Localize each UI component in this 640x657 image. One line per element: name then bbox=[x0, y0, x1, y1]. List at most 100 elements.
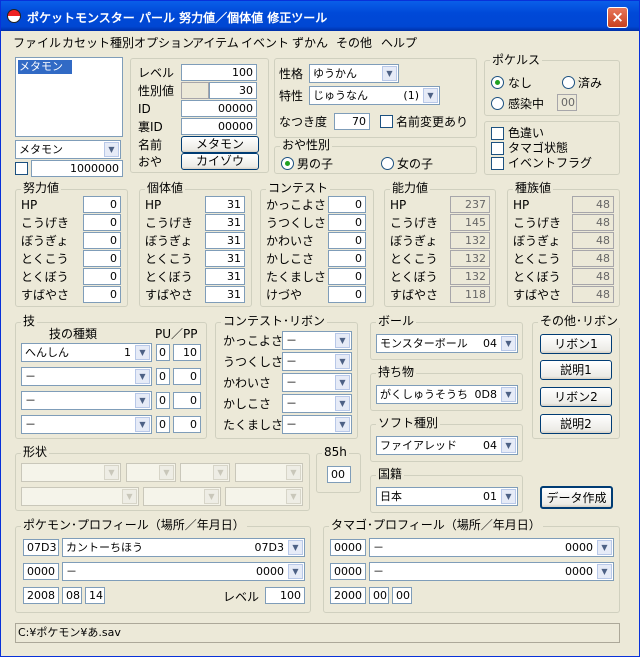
ability-select[interactable]: じゅうなん (1) ▼ bbox=[309, 86, 440, 105]
iv-field[interactable]: 31 bbox=[205, 196, 245, 213]
natsuki-field[interactable]: 70 bbox=[334, 113, 370, 130]
chevron-down-icon[interactable]: ▼ bbox=[335, 354, 350, 369]
effort-field[interactable]: 0 bbox=[83, 214, 121, 231]
contest-ribbon-select[interactable]: － ▼ bbox=[282, 415, 352, 434]
exp-checkbox[interactable] bbox=[15, 162, 28, 175]
chevron-down-icon[interactable]: ▼ bbox=[135, 369, 150, 384]
chevron-down-icon[interactable]: ▼ bbox=[213, 465, 228, 480]
effort-field[interactable]: 0 bbox=[83, 268, 121, 285]
pokemon-listbox[interactable]: メタモン bbox=[15, 57, 123, 137]
shiny-checkbox[interactable] bbox=[491, 127, 504, 140]
pokerus-none-radio[interactable] bbox=[491, 76, 504, 89]
move-pu-field[interactable]: 0 bbox=[156, 392, 170, 409]
chevron-down-icon[interactable]: ▼ bbox=[135, 417, 150, 432]
chevron-down-icon[interactable]: ▼ bbox=[597, 564, 612, 579]
move-select[interactable]: － ▼ bbox=[21, 391, 152, 410]
name-button[interactable]: メタモン bbox=[181, 136, 259, 153]
move-pp-field[interactable]: 0 bbox=[173, 368, 201, 385]
egg-day-field[interactable]: 00 bbox=[392, 587, 412, 604]
egg-checkbox[interactable] bbox=[491, 142, 504, 155]
chevron-down-icon[interactable]: ▼ bbox=[104, 465, 119, 480]
pokemon-year-field[interactable]: 2008 bbox=[23, 587, 59, 604]
form-select-1[interactable]: ▼ bbox=[21, 463, 121, 482]
create-data-button[interactable]: データ作成 bbox=[540, 486, 613, 509]
menu-events[interactable]: イベント bbox=[241, 34, 289, 51]
iv-field[interactable]: 31 bbox=[205, 232, 245, 249]
chevron-down-icon[interactable]: ▼ bbox=[597, 540, 612, 555]
form-select-3[interactable]: ▼ bbox=[180, 463, 230, 482]
chevron-down-icon[interactable]: ▼ bbox=[288, 540, 303, 555]
ball-select[interactable]: モンスターボール 04 ▼ bbox=[376, 334, 518, 353]
chevron-down-icon[interactable]: ▼ bbox=[501, 438, 516, 453]
contest-field[interactable]: 0 bbox=[328, 196, 366, 213]
nature-select[interactable]: ゆうかん ▼ bbox=[309, 64, 399, 83]
menu-cassette[interactable]: カセット種別 bbox=[62, 34, 134, 51]
effort-field[interactable]: 0 bbox=[83, 250, 121, 267]
met-level-field[interactable]: 100 bbox=[265, 587, 305, 604]
egg-year-field[interactable]: 2000 bbox=[330, 587, 366, 604]
iv-field[interactable]: 31 bbox=[205, 214, 245, 231]
iv-field[interactable]: 31 bbox=[205, 250, 245, 267]
pokerus-done-radio[interactable] bbox=[562, 76, 575, 89]
contest-ribbon-select[interactable]: － ▼ bbox=[282, 394, 352, 413]
pokemon-place-code-field[interactable]: 07D3 bbox=[23, 539, 59, 556]
male-radio[interactable] bbox=[281, 157, 294, 170]
pokemon-day-field[interactable]: 14 bbox=[85, 587, 105, 604]
desc1-button[interactable]: 説明1 bbox=[540, 360, 612, 380]
desc2-button[interactable]: 説明2 bbox=[540, 414, 612, 434]
pokemon-place2-code-field[interactable]: 0000 bbox=[23, 563, 59, 580]
chevron-down-icon[interactable]: ▼ bbox=[335, 375, 350, 390]
event-flag-checkbox[interactable] bbox=[491, 157, 504, 170]
chevron-down-icon[interactable]: ▼ bbox=[288, 564, 303, 579]
contest-ribbon-select[interactable]: － ▼ bbox=[282, 352, 352, 371]
chevron-down-icon[interactable]: ▼ bbox=[286, 465, 301, 480]
menu-file[interactable]: ファイル bbox=[13, 34, 61, 51]
id-field[interactable]: 00000 bbox=[181, 100, 257, 117]
soft-select[interactable]: ファイアレッド 04 ▼ bbox=[376, 436, 518, 455]
menu-items[interactable]: アイテム bbox=[192, 34, 239, 51]
chevron-down-icon[interactable]: ▼ bbox=[135, 393, 150, 408]
menu-options[interactable]: オプション bbox=[134, 34, 194, 51]
list-item-selected[interactable]: メタモン bbox=[18, 60, 72, 74]
chevron-down-icon[interactable]: ▼ bbox=[335, 417, 350, 432]
ribbon2-button[interactable]: リボン2 bbox=[540, 387, 612, 407]
effort-field[interactable]: 0 bbox=[83, 196, 121, 213]
species-select[interactable]: メタモン ▼ bbox=[15, 140, 121, 159]
held-item-select[interactable]: がくしゅうそうち 0D8 ▼ bbox=[376, 385, 518, 404]
chevron-down-icon[interactable]: ▼ bbox=[501, 336, 516, 351]
form-select-6[interactable]: ▼ bbox=[143, 487, 221, 506]
seibetsu-field[interactable]: 30 bbox=[209, 82, 257, 99]
move-pu-field[interactable]: 0 bbox=[156, 344, 170, 361]
move-pp-field[interactable]: 10 bbox=[173, 344, 201, 361]
female-radio[interactable] bbox=[381, 157, 394, 170]
chevron-down-icon[interactable]: ▼ bbox=[104, 142, 119, 157]
menu-pokedex[interactable]: ずかん bbox=[292, 34, 328, 51]
form-select-5[interactable]: ▼ bbox=[21, 487, 139, 506]
move-select[interactable]: － ▼ bbox=[21, 415, 152, 434]
rename-checkbox[interactable] bbox=[380, 115, 393, 128]
menu-help[interactable]: ヘルプ bbox=[381, 34, 417, 51]
chevron-down-icon[interactable]: ▼ bbox=[382, 66, 397, 81]
move-select[interactable]: － ▼ bbox=[21, 367, 152, 386]
chevron-down-icon[interactable]: ▼ bbox=[159, 465, 174, 480]
move-select[interactable]: へんしん 1 ▼ bbox=[21, 343, 152, 362]
form-select-2[interactable]: ▼ bbox=[126, 463, 176, 482]
contest-field[interactable]: 0 bbox=[328, 250, 366, 267]
chevron-down-icon[interactable]: ▼ bbox=[135, 345, 150, 360]
contest-field[interactable]: 0 bbox=[328, 268, 366, 285]
pokemon-month-field[interactable]: 08 bbox=[62, 587, 82, 604]
contest-ribbon-select[interactable]: － ▼ bbox=[282, 331, 352, 350]
egg-place2-code-field[interactable]: 0000 bbox=[330, 563, 366, 580]
form-select-4[interactable]: ▼ bbox=[235, 463, 303, 482]
iv-field[interactable]: 31 bbox=[205, 268, 245, 285]
exp-field[interactable]: 1000000 bbox=[31, 160, 123, 177]
pokerus-infected-radio[interactable] bbox=[491, 97, 504, 110]
move-pp-field[interactable]: 0 bbox=[173, 416, 201, 433]
iv-field[interactable]: 31 bbox=[205, 286, 245, 303]
chevron-down-icon[interactable]: ▼ bbox=[501, 489, 516, 504]
egg-place-code-field[interactable]: 0000 bbox=[330, 539, 366, 556]
pokerus-days-field[interactable]: 00 bbox=[557, 94, 577, 111]
effort-field[interactable]: 0 bbox=[83, 232, 121, 249]
contest-field[interactable]: 0 bbox=[328, 214, 366, 231]
chevron-down-icon[interactable]: ▼ bbox=[286, 489, 301, 504]
